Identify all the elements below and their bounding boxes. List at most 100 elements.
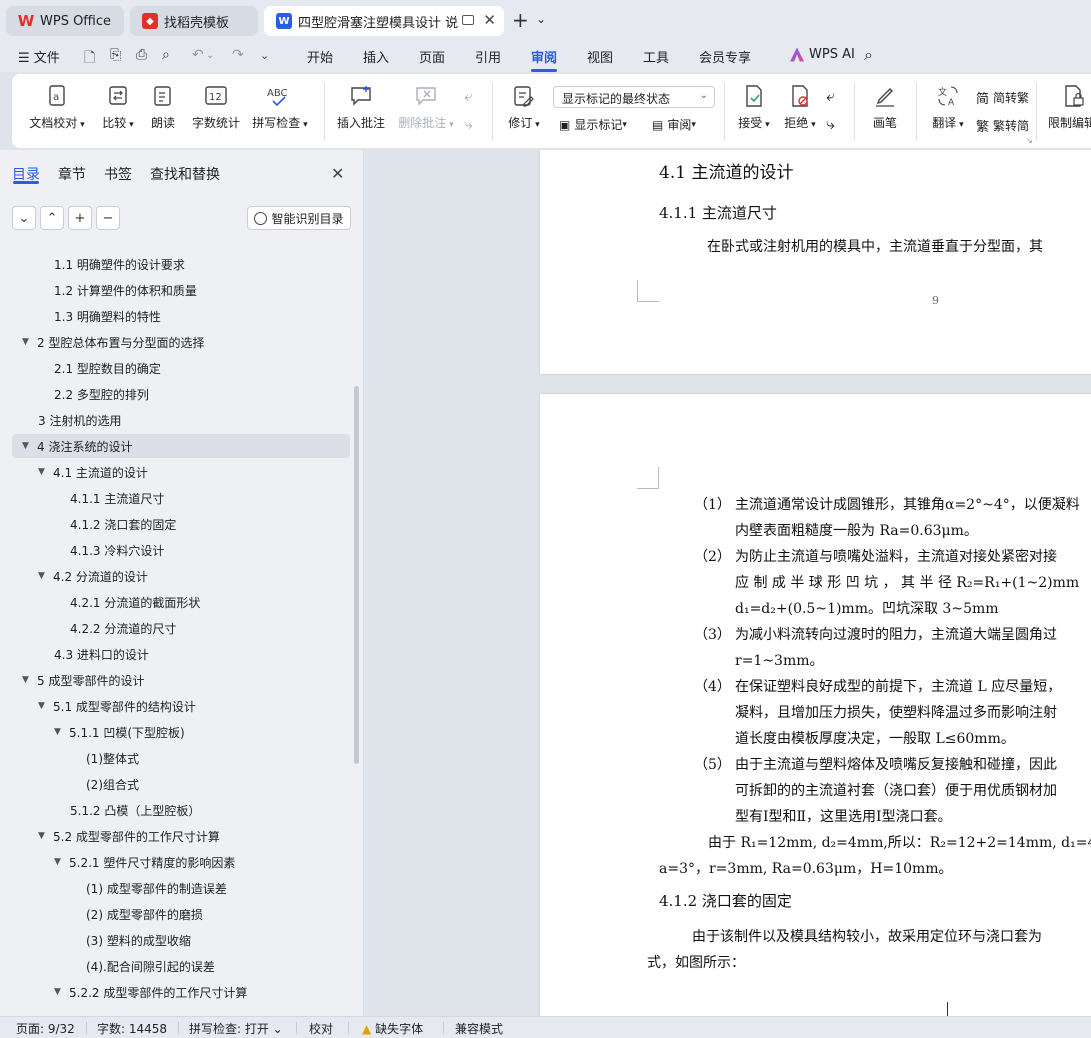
toc-item[interactable]: (1) 成型零部件的制造误差	[12, 876, 350, 900]
expand-caret-icon[interactable]: ▼	[38, 831, 46, 841]
save-icon[interactable]: 🗋	[84, 47, 95, 71]
toc-item[interactable]: ▼ 5.1.1 凹模(下型腔板)	[12, 720, 350, 744]
toc-scrollbar[interactable]	[354, 386, 359, 764]
insert-comment-button[interactable]: 插入批注	[335, 84, 387, 131]
nav-tab-chapter[interactable]: 章节	[58, 164, 86, 184]
smart-toc-button[interactable]: 智能识别目录	[247, 206, 351, 230]
nav-tab-bookmark[interactable]: 书签	[104, 164, 132, 184]
more-chevron-icon[interactable]: ⌄	[260, 49, 269, 62]
toc-item[interactable]: 1.3 明确塑料的特性	[12, 304, 350, 328]
toc-item[interactable]: ▼ 5.1 成型零部件的结构设计	[12, 694, 350, 718]
toc-item[interactable]: ▼ 2 型腔总体布置与分型面的选择	[12, 330, 350, 354]
print-icon[interactable]: ⎙	[136, 47, 147, 63]
word-count-button[interactable]: 12 字数统计	[188, 84, 244, 131]
wps-ai-button[interactable]: WPS AI	[790, 47, 855, 62]
compare-button[interactable]: 比较 ▾	[98, 84, 138, 131]
missing-font-status[interactable]: ▲ 缺失字体	[362, 1020, 423, 1037]
toc-item[interactable]: (1)整体式	[12, 746, 350, 770]
proofread-status[interactable]: 校对	[309, 1020, 333, 1037]
tab-template[interactable]: ◆ 找稻壳模板	[130, 6, 258, 36]
expand-caret-icon[interactable]: ▼	[22, 675, 30, 685]
toc-item[interactable]: 5.1.2 凸模（上型腔板）	[12, 798, 350, 822]
menu-page[interactable]: 页面	[419, 47, 445, 66]
toc-item[interactable]: (2)组合式	[12, 772, 350, 796]
toc-item[interactable]: ▼ 5.2 成型零部件的工作尺寸计算	[12, 824, 350, 848]
tab-document[interactable]: W 四型腔滑塞注塑模具设计 说明 ✕	[264, 6, 504, 36]
toc-item[interactable]: 3 注射机的选用	[12, 408, 350, 432]
tab-wps-office[interactable]: W WPS Office	[6, 6, 124, 36]
doc-check-button[interactable]: a 文档校对 ▾	[28, 84, 86, 131]
toc-item[interactable]: 2.2 多型腔的排列	[12, 382, 350, 406]
toc-item[interactable]: (3) 塑料的成型收缩	[12, 928, 350, 952]
close-pane-icon[interactable]: ✕	[331, 164, 344, 183]
toc-item[interactable]: ▼ 5.2.1 塑件尺寸精度的影响因素	[12, 850, 350, 874]
menu-review[interactable]: 审阅	[531, 47, 557, 66]
new-tab-icon[interactable]: +	[512, 8, 529, 32]
menu-home[interactable]: 开始	[307, 47, 333, 66]
spell-check-status[interactable]: 拼写检查: 打开 ⌄	[189, 1020, 283, 1037]
toc-item[interactable]: (2) 成型零部件的磨损	[12, 902, 350, 926]
simplified-to-traditional-button[interactable]: 简 简转繁	[976, 88, 1029, 107]
expand-caret-icon[interactable]: ▼	[54, 857, 62, 867]
toc-item[interactable]: 2.1 型腔数目的确定	[12, 356, 350, 380]
markup-state-select[interactable]: 显示标记的最终状态 ⌄	[553, 86, 715, 108]
expand-caret-icon[interactable]: ▼	[38, 701, 46, 711]
promote-level-button[interactable]: +	[68, 206, 92, 230]
toc-item[interactable]: ▼ 5 成型零部件的设计	[12, 668, 350, 692]
expand-down-button[interactable]: ⌄	[12, 206, 36, 230]
spell-check-button[interactable]: ABC 拼写检查 ▾	[250, 84, 310, 131]
restrict-edit-button[interactable]: 限制编辑	[1048, 84, 1091, 131]
undo-dropdown-icon[interactable]: ⌄	[206, 50, 214, 61]
expand-caret-icon[interactable]: ▼	[54, 727, 62, 737]
reject-button[interactable]: 拒绝 ▾	[780, 84, 820, 131]
menu-insert[interactable]: 插入	[363, 47, 389, 66]
toc-item[interactable]: 4.3 进料口的设计	[12, 642, 350, 666]
toc-item[interactable]: ▼ 5.2.2 成型零部件的工作尺寸计算	[12, 980, 350, 1004]
document-area[interactable]: 4.1 主流道的设计 4.1.1 主流道尺寸 在卧式或注射机用的模具中，主流道垂…	[365, 150, 1091, 1016]
document-page[interactable]: 4.1 主流道的设计 4.1.1 主流道尺寸 在卧式或注射机用的模具中，主流道垂…	[540, 150, 1091, 374]
demote-level-button[interactable]: −	[96, 206, 120, 230]
toc-item[interactable]: ▼ 4.2 分流道的设计	[12, 564, 350, 588]
expand-caret-icon[interactable]: ▼	[38, 571, 46, 581]
pen-button[interactable]: 画笔	[870, 84, 900, 131]
prev-change-icon[interactable]: ⤶	[826, 86, 835, 106]
revise-button[interactable]: 修订 ▾	[504, 84, 544, 131]
toc-item[interactable]: 1.1 明确塑件的设计要求	[12, 252, 350, 276]
menu-tools[interactable]: 工具	[643, 47, 669, 66]
print-preview-icon[interactable]: ⌕	[162, 47, 170, 63]
expand-caret-icon[interactable]: ▼	[38, 467, 46, 477]
menu-view[interactable]: 视图	[587, 47, 613, 66]
page-indicator[interactable]: 页面: 9/32	[16, 1020, 75, 1037]
review-pane-button[interactable]: ▤ 审阅 ▾	[652, 116, 696, 133]
close-tab-icon[interactable]: ✕	[483, 11, 496, 29]
toc-item[interactable]: 4.1.2 浇口套的固定	[12, 512, 350, 536]
toc-item[interactable]: 1.2 计算塑件的体积和质量	[12, 278, 350, 302]
toc-item[interactable]: 4.1.3 冷料穴设计	[12, 538, 350, 562]
search-icon[interactable]: ⌕	[864, 45, 873, 65]
undo-icon[interactable]: ↶	[192, 47, 204, 63]
toc-item[interactable]: 4.2.1 分流道的截面形状	[12, 590, 350, 614]
monitor-icon[interactable]	[462, 15, 474, 25]
menu-reference[interactable]: 引用	[475, 47, 501, 66]
show-markup-button[interactable]: ▣ 显示标记 ▾	[559, 116, 627, 133]
toc-item[interactable]: (4).配合间隙引起的误差	[12, 954, 350, 978]
collapse-up-button[interactable]: ⌃	[40, 206, 64, 230]
ribbon-expand-icon[interactable]: ↘	[1026, 136, 1033, 145]
document-page[interactable]: （1） 主流道通常设计成圆锥形，其锥角α=2°~4°，以便凝料 内壁表面粗糙度一…	[540, 394, 1091, 1016]
toc-item[interactable]: 4.2.2 分流道的尺寸	[12, 616, 350, 640]
export-icon[interactable]: ⎘	[110, 47, 121, 63]
traditional-to-simplified-button[interactable]: 繁 繁转简	[976, 116, 1029, 135]
expand-caret-icon[interactable]: ▼	[22, 337, 30, 347]
chevron-down-icon[interactable]: ⌄	[536, 12, 546, 26]
nav-tab-find-replace[interactable]: 查找和替换	[150, 164, 220, 184]
next-change-icon[interactable]: ⤷	[826, 114, 835, 134]
menu-member[interactable]: 会员专享	[699, 47, 751, 66]
read-aloud-button[interactable]: 朗读	[148, 84, 178, 131]
toc-item[interactable]: ▼ 4.1 主流道的设计	[12, 460, 350, 484]
accept-button[interactable]: 接受 ▾	[734, 84, 774, 131]
word-count-status[interactable]: 字数: 14458	[97, 1020, 167, 1037]
redo-icon[interactable]: ↷	[232, 47, 244, 63]
toc-item[interactable]: 4.1.1 主流道尺寸	[12, 486, 350, 510]
toc-item[interactable]: ▼ 4 浇注系统的设计	[12, 434, 350, 458]
translate-button[interactable]: 文A 翻译 ▾	[928, 84, 968, 131]
